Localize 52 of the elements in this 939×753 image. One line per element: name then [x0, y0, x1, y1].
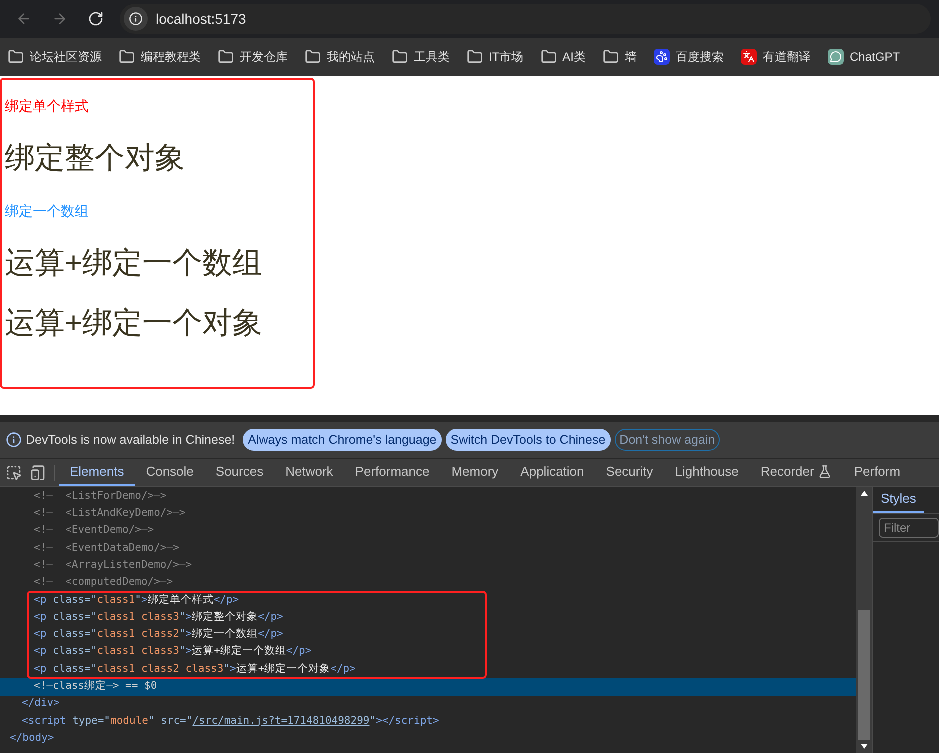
devtools-tab[interactable]: Memory	[440, 459, 510, 486]
page-paragraph: 绑定一个数组	[5, 202, 90, 221]
url-text: localhost:5173	[156, 10, 246, 28]
dom-node-line[interactable]: <p class="class1">绑定单个样式</p>	[34, 592, 240, 608]
dom-node-line[interactable]: <p class="class1 class2">绑定一个数组</p>	[34, 627, 284, 643]
dom-node-line[interactable]: <!— <ListAndKeyDemo/>—>	[34, 506, 186, 522]
bookmark-item[interactable]: 工具类	[392, 48, 450, 66]
bookmark-item[interactable]: ChatGPT	[828, 48, 900, 66]
dom-node-line[interactable]: <!— <EventDemo/>—>	[34, 523, 154, 540]
bookmark-item[interactable]: 墙	[603, 48, 638, 66]
bookmark-item[interactable]: 开发仓库	[218, 48, 288, 66]
bookmark-item[interactable]: IT市场	[467, 48, 524, 66]
dom-node-line[interactable]: <p class="class1 class3">运算+绑定一个数组</p>	[34, 644, 312, 660]
devtools-tab[interactable]: Application	[510, 459, 596, 486]
styles-tab[interactable]: Styles	[873, 487, 924, 513]
devtools-tab[interactable]: Lighthouse	[664, 459, 750, 486]
dom-node-line[interactable]: <!— <ListForDemo/>—>	[34, 488, 167, 505]
dom-node-line[interactable]: <!— <EventDataDemo/>—>	[34, 540, 180, 556]
code-text: <script type="module" src="	[22, 714, 193, 729]
page-paragraph: 运算+绑定一个对象	[5, 306, 264, 342]
filter-field[interactable]: Filter	[879, 518, 939, 538]
dom-node-line[interactable]: </div>	[22, 696, 60, 712]
dom-node-line[interactable]: <p class="class1 class3">绑定整个对象</p>	[34, 610, 284, 626]
devtools-tab[interactable]: Sources	[204, 459, 275, 486]
address-bar[interactable]: localhost:5173	[120, 4, 931, 34]
devtools-tab[interactable]: Elements	[59, 459, 136, 486]
infobar-message: DevTools is now available in Chinese!	[26, 432, 236, 449]
devtools-tab[interactable]: Console	[135, 459, 205, 486]
devtools-tab[interactable]: Perform	[843, 459, 912, 486]
dom-node-line[interactable]: <!— <computedDemo/>—>	[34, 575, 174, 591]
devtools-tab[interactable]: Recorder	[750, 459, 844, 486]
bookmark-item[interactable]: 有道翻译	[741, 48, 812, 66]
source-link[interactable]: /src/main.js?t=1714810498299	[192, 714, 370, 730]
infobar-button[interactable]: Switch DevTools to Chinese	[446, 429, 611, 451]
dom-node-line[interactable]: <!— <ArrayListenDemo/>—>	[34, 558, 192, 574]
bookmark-item[interactable]: 百度搜索	[654, 48, 724, 66]
devtools-tab[interactable]: Performance	[344, 459, 441, 486]
page-paragraph: 绑定单个样式	[5, 97, 90, 116]
bookmark-item[interactable]: AI类	[540, 48, 586, 66]
page-paragraph: 运算+绑定一个数组	[5, 246, 264, 282]
dom-node-line[interactable]: <!—class绑定—> == $0	[34, 679, 158, 695]
infobar-button[interactable]: Always match Chrome's language	[243, 429, 442, 451]
infobar-button[interactable]: Don't show again	[614, 429, 720, 451]
code-text: "></script>	[370, 714, 440, 729]
devtools-tab[interactable]: Security	[595, 459, 664, 486]
page-paragraph: 绑定整个对象	[5, 141, 186, 177]
bookmark-item[interactable]: 编程教程类	[119, 48, 201, 66]
dom-node-line[interactable]: </body>	[10, 730, 54, 747]
dom-node-line[interactable]: <p class="class1 class2 class3">运算+绑定一个对象</p>	[34, 662, 356, 678]
devtools-tab[interactable]: Network	[274, 459, 344, 486]
bookmark-item[interactable]: 我的站点	[305, 48, 375, 66]
bookmark-item[interactable]: 论坛社区资源	[8, 48, 102, 66]
